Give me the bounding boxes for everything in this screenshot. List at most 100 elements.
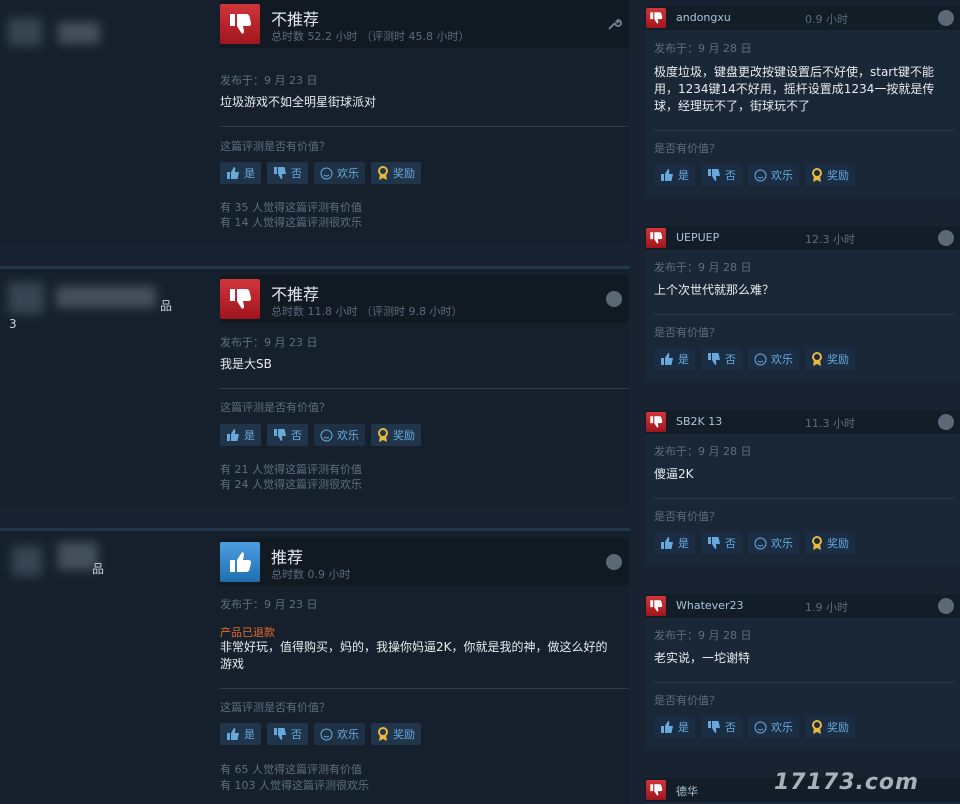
vote-no-button[interactable]: 否 — [267, 162, 308, 184]
steam-icon[interactable] — [938, 230, 954, 246]
vote-buttons: 是 否 欢乐 奖励 — [654, 348, 855, 370]
vote-funny-button[interactable]: 欢乐 — [314, 162, 365, 184]
vote-yes-button[interactable]: 是 — [220, 162, 261, 184]
author-name[interactable] — [56, 286, 156, 308]
award-label: 奖励 — [393, 429, 415, 442]
vote-buttons: 是 否 欢乐 奖励 — [220, 723, 421, 745]
vote-yes-button[interactable]: 是 — [654, 164, 695, 186]
vote-no-label: 否 — [725, 721, 736, 734]
review-content: 傻逼2K — [654, 467, 694, 481]
thumbs-up-icon — [661, 721, 673, 733]
thumbs-down-icon — [220, 279, 260, 319]
review-content: 极度垃圾，键盘更改按键设置后不好使，start键不能用，1234键14不好用，摇… — [654, 65, 935, 113]
review-card: 不推荐 总时数 52.2 小时 （评测时 45.8 小时） 发布于：9 月 23… — [0, 0, 630, 244]
verdict-title: 不推荐 — [271, 10, 320, 29]
watermark-logo: 17173.com — [774, 770, 919, 795]
vote-no-button[interactable]: 否 — [701, 716, 742, 738]
award-button[interactable]: 奖励 — [371, 723, 421, 745]
award-button[interactable]: 奖励 — [805, 532, 855, 554]
vote-funny-button[interactable]: 欢乐 — [314, 424, 365, 446]
steam-icon[interactable] — [606, 291, 622, 307]
vote-no-label: 否 — [725, 353, 736, 366]
thumbs-up-icon — [227, 728, 239, 740]
avatar[interactable] — [8, 18, 42, 46]
review-content: 垃圾游戏不如全明星街球派对 — [220, 95, 377, 109]
vote-no-button[interactable]: 否 — [701, 348, 742, 370]
vote-yes-button[interactable]: 是 — [654, 348, 695, 370]
comment-header: Whatever23 1.9 小时 — [645, 594, 960, 618]
smile-icon — [754, 537, 767, 549]
award-icon — [812, 720, 822, 734]
posted-date: 发布于：9 月 23 日 — [220, 598, 318, 611]
award-button[interactable]: 奖励 — [805, 716, 855, 738]
author-name[interactable]: 德华 — [676, 783, 698, 799]
author-info: 品 3 — [0, 266, 210, 506]
thumbs-up-icon — [661, 353, 673, 365]
vote-funny-button[interactable]: 欢乐 — [748, 164, 799, 186]
vote-buttons: 是 否 欢乐 奖励 — [654, 164, 855, 186]
vote-no-button[interactable]: 否 — [267, 723, 308, 745]
thumbs-down-icon — [708, 169, 720, 181]
thumbs-down-icon — [274, 728, 286, 740]
thumbs-up-icon — [227, 167, 239, 179]
thumbs-down-icon — [646, 228, 666, 248]
vote-yes-button[interactable]: 是 — [654, 716, 695, 738]
author-name[interactable]: andongxu — [676, 11, 731, 24]
vote-no-button[interactable]: 否 — [267, 424, 308, 446]
vote-funny-button[interactable]: 欢乐 — [748, 716, 799, 738]
helpful-count: 有 65 人觉得这篇评测有价值 — [220, 763, 362, 776]
vote-buttons: 是 否 欢乐 奖励 — [654, 532, 855, 554]
vote-funny-button[interactable]: 欢乐 — [748, 532, 799, 554]
divider — [220, 388, 628, 389]
author-name[interactable] — [58, 22, 100, 44]
smile-icon — [754, 721, 767, 733]
posted-date: 发布于：9 月 28 日 — [654, 629, 752, 642]
thumbs-down-icon — [220, 4, 260, 44]
divider — [654, 130, 954, 131]
helpful-question: 是否有价值？ — [654, 510, 720, 523]
funny-count: 有 24 人觉得这篇评测很欢乐 — [220, 478, 362, 491]
steam-icon[interactable] — [938, 598, 954, 614]
verdict-header: 不推荐 总时数 11.8 小时 （评测时 9.8 小时） — [220, 275, 628, 323]
review-card: 品 推荐 总时数 0.9 小时 发布于：9 月 23 日 产品已退款 非常好玩，… — [0, 528, 630, 804]
comment-header: andongxu 0.9 小时 — [645, 6, 960, 30]
posted-date: 发布于：9 月 23 日 — [220, 336, 318, 349]
steam-icon[interactable] — [606, 554, 622, 570]
award-button[interactable]: 奖励 — [371, 424, 421, 446]
verdict-header: 不推荐 总时数 52.2 小时 （评测时 45.8 小时） — [220, 0, 628, 48]
award-icon — [378, 166, 388, 180]
vote-no-button[interactable]: 否 — [701, 532, 742, 554]
smile-icon — [320, 167, 333, 179]
avatar[interactable] — [12, 546, 42, 576]
author-name[interactable]: Whatever23 — [676, 599, 743, 612]
award-label: 奖励 — [827, 537, 849, 550]
vote-yes-label: 是 — [678, 169, 689, 182]
author-name[interactable]: SB2K 13 — [676, 415, 722, 428]
funny-count: 有 14 人觉得这篇评测很欢乐 — [220, 216, 362, 229]
award-button[interactable]: 奖励 — [371, 162, 421, 184]
author-name[interactable]: UEPUEP — [676, 231, 719, 244]
award-button[interactable]: 奖励 — [805, 348, 855, 370]
vote-no-button[interactable]: 否 — [701, 164, 742, 186]
steam-icon[interactable] — [938, 414, 954, 430]
verdict-title: 不推荐 — [271, 285, 320, 304]
award-label: 奖励 — [827, 169, 849, 182]
divider — [654, 682, 954, 683]
playtime: 总时数 52.2 小时 （评测时 45.8 小时） — [271, 30, 470, 43]
steam-icon[interactable] — [938, 10, 954, 26]
vote-yes-button[interactable]: 是 — [220, 723, 261, 745]
vote-yes-label: 是 — [244, 728, 255, 741]
helpful-question: 这篇评测是否有价值？ — [220, 140, 330, 153]
wrench-icon[interactable] — [606, 16, 622, 32]
award-button[interactable]: 奖励 — [805, 164, 855, 186]
avatar[interactable] — [8, 282, 44, 314]
author-info: 品 — [0, 528, 210, 804]
vote-funny-button[interactable]: 欢乐 — [748, 348, 799, 370]
vote-yes-button[interactable]: 是 — [220, 424, 261, 446]
vote-funny-label: 欢乐 — [337, 429, 359, 442]
vote-yes-button[interactable]: 是 — [654, 532, 695, 554]
vote-funny-button[interactable]: 欢乐 — [314, 723, 365, 745]
author-status: 品 — [160, 299, 173, 313]
thumbs-up-icon — [220, 542, 260, 582]
comment-card: andongxu 0.9 小时 发布于：9 月 28 日 极度垃圾，键盘更改按键… — [645, 6, 960, 198]
